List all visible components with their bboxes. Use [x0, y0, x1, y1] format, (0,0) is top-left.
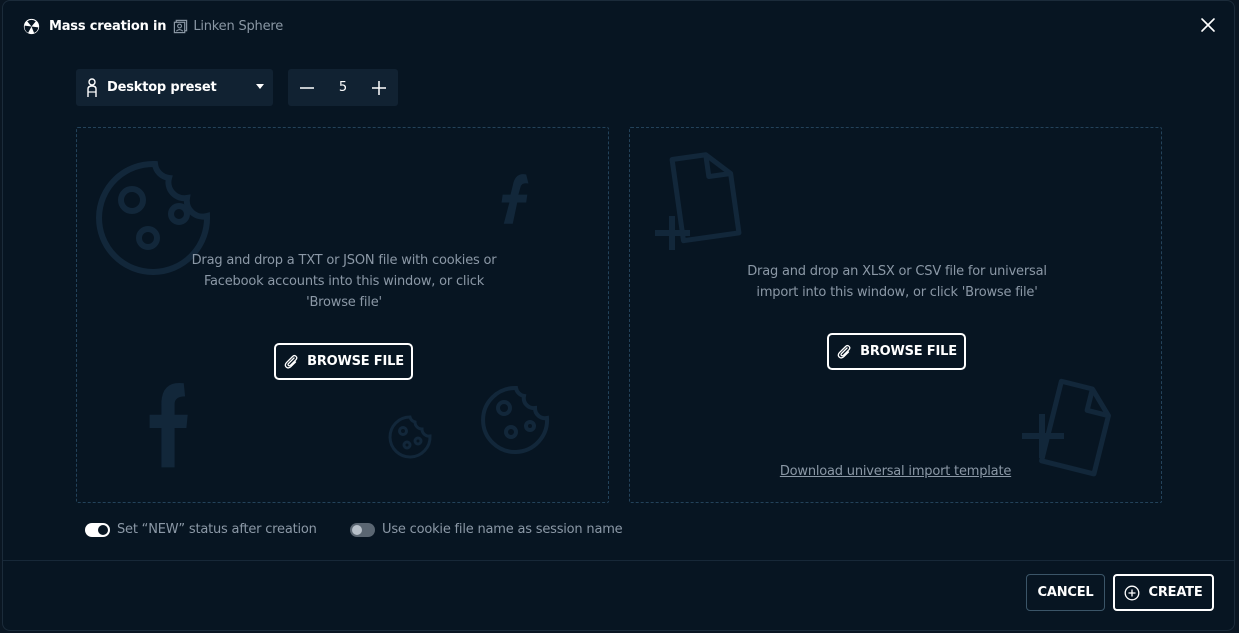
add-file-decor-icon — [655, 152, 742, 250]
browse-file-button[interactable]: BROWSE FILE — [827, 333, 966, 370]
toggle-switch-on[interactable] — [85, 522, 110, 537]
quantity-value[interactable]: 5 — [339, 80, 347, 95]
cookies-dropzone-text: Drag and drop a TXT or JSON file with co… — [191, 253, 497, 310]
browse-file-label: BROWSE FILE — [860, 344, 957, 359]
preset-dropdown[interactable]: Desktop preset — [76, 69, 273, 106]
create-button[interactable]: CREATE — [1113, 574, 1214, 611]
toggle-knob — [352, 524, 362, 535]
toggle-knob — [98, 524, 108, 535]
decrement-button[interactable] — [298, 79, 316, 97]
paperclip-icon — [837, 344, 851, 359]
increment-button[interactable] — [370, 79, 388, 97]
universal-dropzone-text: Drag and drop an XLSX or CSV file for un… — [747, 264, 1047, 300]
cookie-decor-icon — [388, 415, 432, 459]
create-label: CREATE — [1148, 585, 1203, 600]
browse-file-button[interactable]: BROWSE FILE — [274, 343, 413, 380]
cancel-button[interactable]: CANCEL — [1026, 574, 1105, 611]
paperclip-icon — [284, 354, 298, 369]
cookie-decor-icon — [481, 385, 550, 454]
cookie-name-label: Use cookie file name as session name — [382, 522, 623, 537]
close-icon[interactable] — [1200, 17, 1216, 33]
dialog-header: Mass creation in Linken Sphere — [23, 15, 283, 37]
mass-creation-dialog: Mass creation in Linken Sphere Desktop p… — [2, 0, 1235, 631]
linken-sphere-logo-icon — [23, 18, 40, 34]
universal-import-dropzone[interactable]: Drag and drop an XLSX or CSV file for un… — [629, 127, 1162, 503]
footer-divider — [3, 560, 1234, 561]
dialog-title: Mass creation in — [49, 18, 167, 34]
browse-file-label: BROWSE FILE — [307, 354, 404, 369]
download-template-link[interactable]: Download universal import template — [630, 464, 1161, 479]
provider-label: Linken Sphere — [193, 18, 284, 34]
minus-icon — [300, 86, 314, 89]
caret-down-icon — [256, 84, 264, 89]
new-status-label: Set “NEW” status after creation — [117, 522, 317, 537]
provider-name: Linken Sphere — [173, 19, 283, 34]
toggle-switch-off[interactable] — [350, 522, 375, 537]
quantity-stepper: 5 — [288, 69, 398, 106]
cookie-name-toggle[interactable]: Use cookie file name as session name — [350, 522, 623, 537]
new-status-toggle[interactable]: Set “NEW” status after creation — [85, 522, 317, 537]
person-icon — [87, 77, 97, 97]
plus-icon — [372, 80, 386, 95]
facebook-decor-icon — [501, 174, 529, 224]
facebook-decor-icon — [149, 382, 188, 468]
profile-card-icon — [174, 19, 188, 33]
preset-label: Desktop preset — [107, 80, 217, 95]
cookies-dropzone[interactable]: Drag and drop a TXT or JSON file with co… — [76, 127, 609, 503]
plus-circle-icon — [1125, 585, 1140, 600]
